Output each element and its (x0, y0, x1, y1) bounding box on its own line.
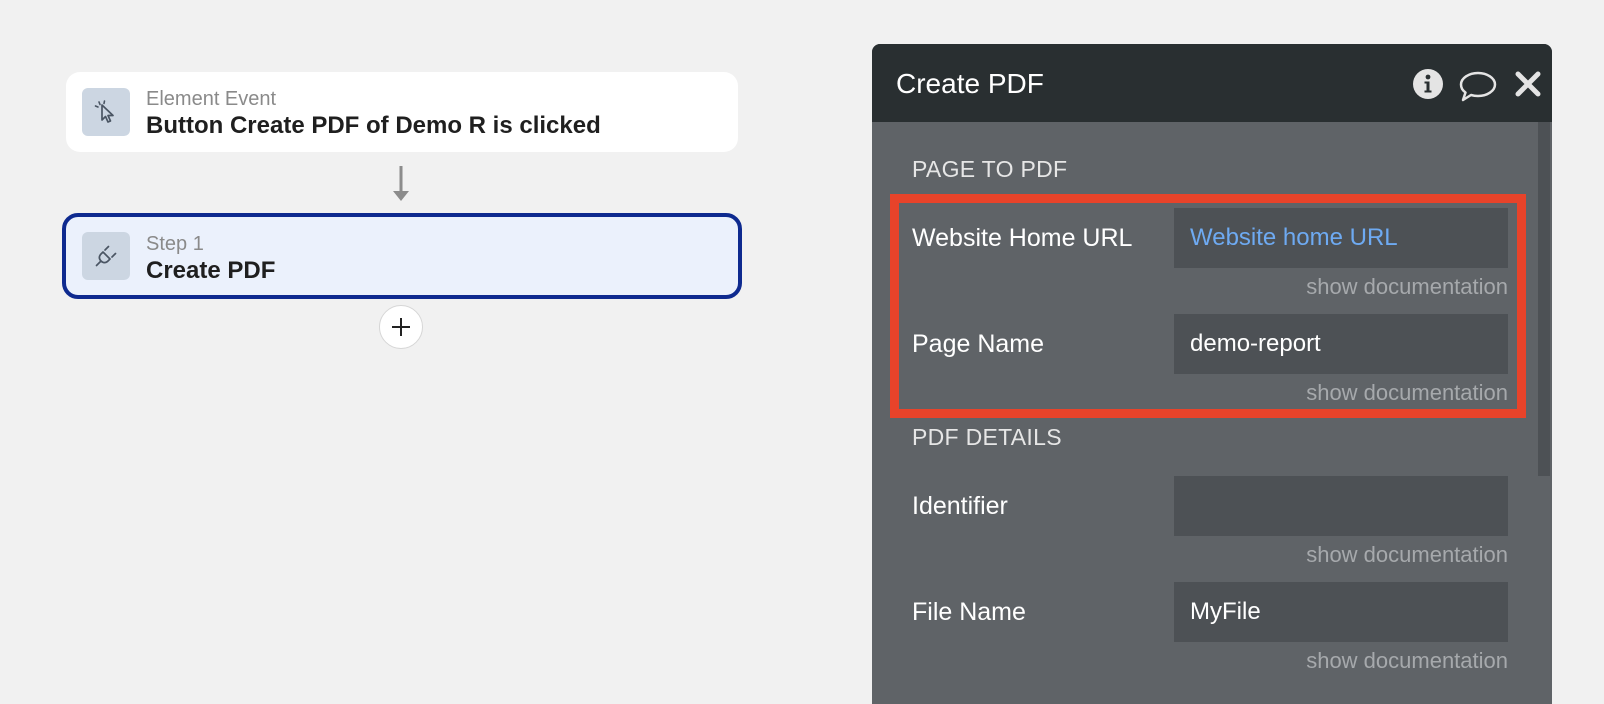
file-name-field[interactable]: MyFile (1174, 582, 1508, 642)
section-title-page-to-pdf: PAGE TO PDF (912, 156, 1068, 182)
event-card-subtitle: Element Event (146, 88, 277, 110)
arrow-down-icon (393, 166, 409, 201)
cursor-click-icon (82, 88, 130, 136)
property-panel: Create PDF PAGE TO PDF Website Home URL … (872, 44, 1552, 704)
page-name-label: Page Name (912, 330, 1045, 358)
identifier-field[interactable] (1174, 476, 1508, 536)
step-card-title: Create PDF (146, 257, 276, 284)
panel-scrollbar-thumb[interactable] (1538, 122, 1550, 476)
panel-header: Create PDF (872, 44, 1552, 122)
panel-title: Create PDF (896, 68, 1044, 99)
plug-icon (82, 232, 130, 280)
event-card-title: Button Create PDF of Demo R is clicked (146, 112, 601, 139)
close-icon[interactable] (1512, 68, 1544, 100)
add-step-button[interactable] (379, 305, 423, 349)
page-name-field[interactable]: demo-report (1174, 314, 1508, 374)
comment-icon[interactable] (1458, 70, 1498, 102)
website-home-url-field[interactable]: Website home URL (1174, 208, 1508, 268)
website-home-url-doc-link[interactable]: show documentation (1306, 274, 1508, 300)
step-card[interactable]: Step 1 Create PDF (62, 213, 742, 299)
file-name-label: File Name (912, 598, 1026, 626)
identifier-label: Identifier (912, 492, 1008, 520)
step-card-subtitle: Step 1 (146, 233, 204, 255)
info-icon[interactable] (1412, 68, 1444, 100)
event-card[interactable]: Element Event Button Create PDF of Demo … (66, 72, 738, 152)
section-title-pdf-details: PDF DETAILS (912, 424, 1062, 450)
file-name-doc-link[interactable]: show documentation (1306, 648, 1508, 674)
website-home-url-label: Website Home URL (912, 224, 1133, 252)
page-name-doc-link[interactable]: show documentation (1306, 380, 1508, 406)
plus-icon (392, 318, 410, 336)
identifier-doc-link[interactable]: show documentation (1306, 542, 1508, 568)
